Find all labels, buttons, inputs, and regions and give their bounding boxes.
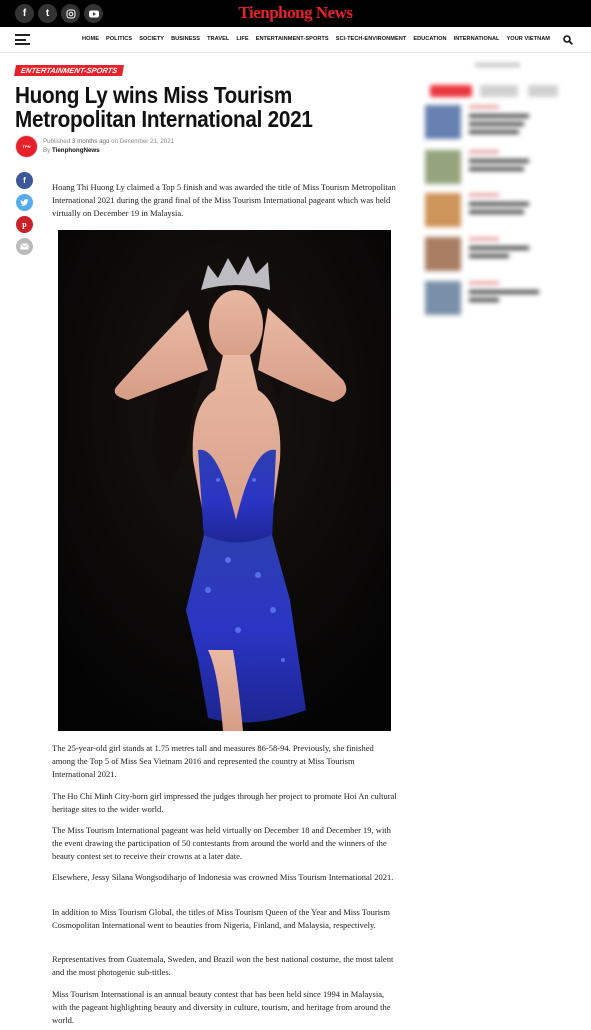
sidebar-tab-popular[interactable] [480,85,518,97]
nav-entertainment-sports[interactable]: ENTERTAINMENT-SPORTS [256,36,329,42]
sidebar-item[interactable] [425,237,575,275]
facebook-share-button[interactable]: f [16,172,33,189]
nav-home[interactable]: HOME [82,36,99,42]
article-paragraph: In addition to Miss Tourism Global, the … [52,907,390,930]
sidebar-thumb [425,105,461,139]
article-hero-image [58,230,391,731]
nav-business[interactable]: BUSINESS [171,36,200,42]
sidebar-line [469,237,499,241]
sidebar-thumb [425,193,461,227]
author-avatar[interactable]: TPN [15,135,38,158]
nav-international[interactable]: INTERNATIONAL [454,36,500,42]
sidebar-item[interactable] [425,150,575,188]
category-badge[interactable]: ENTERTAINMENT-SPORTS [14,65,125,76]
sidebar-line [469,281,499,285]
article-paragraph: The Ho Chi Minh City-born girl impressed… [52,791,397,814]
sidebar-tab-trending[interactable] [528,85,558,97]
published-date: December 21, 2021 [119,138,175,145]
sidebar-line [469,122,524,126]
nav-travel[interactable]: TRAVEL [207,36,229,42]
menu-icon[interactable] [15,34,30,45]
sidebar-line [469,202,529,206]
publish-info: Published 3 months ago on December 21, 2… [43,138,174,145]
article-paragraph: Representatives from Guatemala, Sweden, … [52,954,394,977]
nav-society[interactable]: SOCIETY [139,36,164,42]
sidebar-line [469,114,529,118]
article-lead: Hoang Thi Huong Ly claimed a Top 5 finis… [52,182,396,218]
published-on: on [111,138,119,145]
sidebar-line [469,193,499,197]
sidebar-line [469,167,524,171]
article-title: Huong Ly wins Miss Tourism Metropolitan … [15,82,313,132]
sidebar-item[interactable] [425,105,575,143]
sidebar-thumb [425,281,461,315]
top-bar: f t Tienphong News [0,0,591,27]
pinterest-share-button[interactable]: p [16,216,33,233]
twitter-share-button[interactable] [16,194,33,211]
nav-education[interactable]: EDUCATION [413,36,446,42]
sidebar-item[interactable] [425,281,575,319]
email-share-button[interactable] [16,238,33,255]
nav-your-vietnam[interactable]: YOUR VIETNAM [507,36,551,42]
sidebar-line [469,159,529,163]
sidebar-item[interactable] [425,193,575,231]
sidebar-line [469,298,499,302]
article-paragraph: Miss Tourism International is an annual … [52,989,391,1025]
sidebar-line [469,105,499,109]
nav-life[interactable]: LIFE [236,36,248,42]
sidebar-tab-latest[interactable] [430,85,472,97]
sidebar-line [469,130,519,134]
author-name[interactable]: TienphongNews [52,147,100,154]
sidebar-line [469,246,529,250]
published-ago: 3 months ago [71,138,110,145]
sidebar-thumb [425,150,461,184]
article-paragraph: Elsewhere, Jessy Silana Wongsodiharjo of… [52,872,394,882]
by-prefix: By [43,147,51,154]
sidebar-line [469,254,509,258]
article-paragraph: The Miss Tourism International pageant w… [52,825,391,861]
nav-politics[interactable]: POLITICS [106,36,132,42]
byline: By TienphongNews [43,147,100,154]
published-prefix: Published [43,138,71,145]
site-logo[interactable]: Tienphong News [0,3,591,23]
article-paragraph: The 25-year-old girl stands at 1.75 metr… [52,743,374,779]
sidebar-line [469,210,524,214]
sidebar-line [469,150,499,154]
sidebar-thumb [425,237,461,271]
search-icon[interactable] [563,35,573,45]
sidebar-heading-blur [475,63,520,67]
sidebar-line [469,290,539,294]
nav-sci-tech-environment[interactable]: SCI-TECH-ENVIRONMENT [336,36,407,42]
main-nav: HOME POLITICS SOCIETY BUSINESS TRAVEL LI… [0,27,591,53]
sidebar-blurred [420,55,580,335]
